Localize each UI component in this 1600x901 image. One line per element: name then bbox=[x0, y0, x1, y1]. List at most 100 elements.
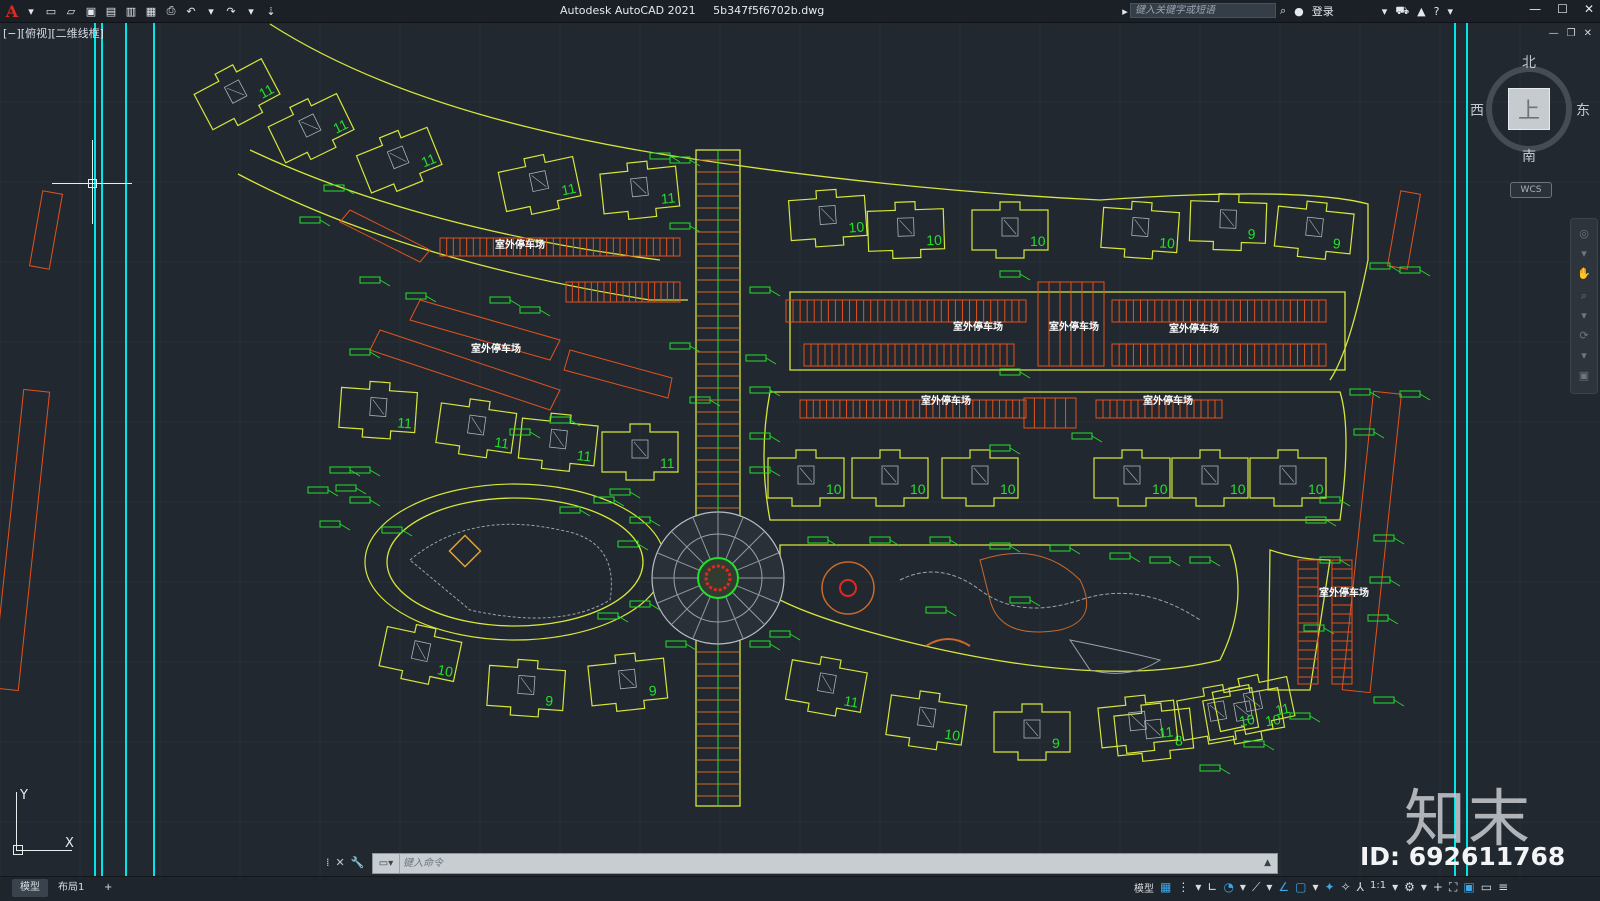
customize-wrench-icon[interactable]: 🔧 bbox=[351, 856, 365, 869]
auto-scale-icon[interactable]: ✧ bbox=[1341, 880, 1351, 895]
ucs-icon: Y X bbox=[13, 788, 86, 858]
compass-south-label[interactable]: 南 bbox=[1522, 146, 1536, 166]
tree-leader bbox=[1219, 767, 1231, 775]
compass-north-label[interactable]: 北 bbox=[1522, 52, 1536, 72]
save-icon[interactable]: ▣ bbox=[82, 2, 100, 20]
search-icon[interactable]: ⌕ bbox=[1280, 4, 1286, 18]
customize-status-icon[interactable]: ≡ bbox=[1498, 880, 1508, 895]
polar-dropdown-icon[interactable]: ▾ bbox=[1240, 880, 1246, 895]
tree-leader bbox=[769, 643, 781, 651]
snap-icon[interactable]: ⋮ bbox=[1177, 880, 1189, 895]
new-file-icon[interactable]: ▭ bbox=[42, 2, 60, 20]
compass-east-label[interactable]: 东 bbox=[1576, 100, 1590, 120]
isodraft-icon[interactable]: ⟋ bbox=[1252, 880, 1260, 895]
building-floor-number: 10 bbox=[1000, 481, 1016, 497]
drawing-minimize-icon[interactable]: — bbox=[1549, 28, 1559, 39]
showmotion-icon[interactable]: ▣ bbox=[1577, 369, 1591, 383]
steering-wheel-icon[interactable]: ◎ bbox=[1577, 227, 1591, 241]
steering-wheel-dropdown-icon[interactable]: ▾ bbox=[1577, 247, 1591, 261]
drag-handle-icon[interactable]: ⁞ bbox=[326, 856, 330, 869]
building-outline bbox=[851, 449, 929, 507]
viewcube-top-face[interactable]: 上 bbox=[1508, 88, 1550, 130]
viewcube[interactable]: 上 北 南 西 东 bbox=[1470, 55, 1590, 165]
tree-tag bbox=[669, 222, 691, 230]
grid-icon[interactable]: ▦ bbox=[1160, 880, 1171, 895]
tree-leader bbox=[1393, 699, 1405, 707]
drawing-close-icon[interactable]: ✕ bbox=[1584, 28, 1592, 39]
snap-dropdown-icon[interactable]: ▾ bbox=[1195, 880, 1201, 895]
undo-dropdown-icon[interactable]: ▾ bbox=[202, 2, 220, 20]
pan-icon[interactable]: ✋ bbox=[1577, 267, 1591, 281]
customize-toolbar-icon[interactable]: ⇣ bbox=[262, 2, 280, 20]
tree-tag bbox=[1373, 534, 1395, 542]
tree-tag bbox=[405, 292, 427, 300]
command-input[interactable]: 键入命令 bbox=[403, 854, 443, 873]
help-dropdown-icon[interactable]: ▾ bbox=[1447, 5, 1453, 18]
building-outline bbox=[1188, 193, 1268, 252]
clean-screen-icon[interactable]: ▭ bbox=[1481, 880, 1492, 895]
annotation-scale-icon[interactable]: ⅄ bbox=[1357, 880, 1364, 895]
building-floor-number: 10 bbox=[926, 232, 942, 249]
cart-icon[interactable]: ⛟ bbox=[1395, 4, 1409, 19]
isodraft-dropdown-icon[interactable]: ▾ bbox=[1266, 880, 1272, 895]
ucs-origin-box bbox=[13, 845, 23, 855]
zoom-dropdown-icon[interactable]: ▾ bbox=[1577, 309, 1591, 323]
hardware-acceleration-icon[interactable]: ▣ bbox=[1463, 880, 1474, 895]
command-history-icon[interactable]: ▭▾ bbox=[373, 854, 400, 873]
drawing-canvas[interactable]: 11111111 111010 10 1099111111 1110 10 10 10 10 10… bbox=[0, 0, 1600, 900]
tab-layout1[interactable]: 布局1 bbox=[50, 879, 92, 897]
annotation-scale-value[interactable]: 1:1 bbox=[1370, 880, 1386, 895]
redo-icon[interactable]: ↷ bbox=[222, 2, 240, 20]
command-line[interactable]: ▭▾ 键入命令 ▲ bbox=[372, 853, 1278, 874]
command-close-icon[interactable]: ✕ bbox=[336, 856, 345, 869]
building-footprint: 10 bbox=[971, 201, 1049, 259]
tree-leader bbox=[369, 499, 381, 507]
polar-tracking-icon[interactable]: ◔ bbox=[1223, 880, 1233, 895]
compass-west-label[interactable]: 西 bbox=[1470, 100, 1484, 120]
autodesk-a360-icon[interactable]: ▲ bbox=[1417, 5, 1425, 18]
tree-leader bbox=[1387, 617, 1399, 625]
viewport-controls-label[interactable]: [−][俯视][二维线框] bbox=[3, 25, 104, 41]
save-as-icon[interactable]: ▤ bbox=[102, 2, 120, 20]
help-icon[interactable]: ? bbox=[1434, 5, 1440, 18]
open-web-icon[interactable]: ▥ bbox=[122, 2, 140, 20]
settings-dropdown-icon[interactable]: ▾ bbox=[1421, 880, 1427, 895]
minimize-icon[interactable]: — bbox=[1529, 2, 1541, 16]
ortho-icon[interactable]: ∟ bbox=[1207, 880, 1217, 895]
drawing-restore-icon[interactable]: ❐ bbox=[1567, 28, 1576, 39]
close-icon[interactable]: ✕ bbox=[1584, 2, 1594, 16]
autocad-logo-icon[interactable]: A bbox=[4, 2, 20, 21]
login-link[interactable]: 登录 bbox=[1312, 3, 1334, 19]
login-dropdown-icon[interactable]: ▾ bbox=[1382, 5, 1388, 18]
isolate-objects-icon[interactable]: ⛶ bbox=[1449, 880, 1457, 895]
command-history-up-icon[interactable]: ▲ bbox=[1264, 854, 1271, 873]
status-bar: 模型 布局1 + 模型 ▦ ⋮ ▾ ∟ ◔ ▾ ⟋ ▾ ∠ ▢ ▾ ✦ ✧ ⅄ … bbox=[0, 876, 1600, 901]
tab-model[interactable]: 模型 bbox=[12, 879, 48, 897]
wcs-menu-button[interactable]: WCS bbox=[1510, 182, 1552, 198]
add-icon[interactable]: + bbox=[1433, 880, 1443, 895]
annotation-visibility-icon[interactable]: ✦ bbox=[1325, 880, 1335, 895]
app-menu-arrow-icon[interactable]: ▾ bbox=[22, 2, 40, 20]
object-snap-icon[interactable]: ▢ bbox=[1295, 880, 1306, 895]
add-layout-icon[interactable]: + bbox=[96, 879, 120, 897]
save-web-icon[interactable]: ▦ bbox=[142, 2, 160, 20]
orbit-icon[interactable]: ⟳ bbox=[1577, 329, 1591, 343]
tree-leader bbox=[689, 225, 701, 233]
print-icon[interactable]: ⎙ bbox=[162, 2, 180, 20]
redo-dropdown-icon[interactable]: ▾ bbox=[242, 2, 260, 20]
zoom-extents-icon[interactable]: ⌕ bbox=[1577, 289, 1591, 303]
model-space-toggle[interactable]: 模型 bbox=[1134, 880, 1154, 895]
orbit-dropdown-icon[interactable]: ▾ bbox=[1577, 349, 1591, 363]
road-outline bbox=[237, 173, 688, 301]
maximize-icon[interactable]: ☐ bbox=[1557, 2, 1568, 16]
help-search-input[interactable]: 键入关键字或短语 bbox=[1130, 3, 1276, 18]
settings-gear-icon[interactable]: ⚙ bbox=[1404, 880, 1415, 895]
open-folder-icon[interactable]: ▱ bbox=[62, 2, 80, 20]
object-snap-tracking-icon[interactable]: ∠ bbox=[1278, 880, 1289, 895]
building-outline bbox=[941, 449, 1019, 507]
scale-dropdown-icon[interactable]: ▾ bbox=[1392, 880, 1398, 895]
user-icon[interactable]: ● bbox=[1294, 5, 1304, 18]
undo-icon[interactable]: ↶ bbox=[182, 2, 200, 20]
object-snap-dropdown-icon[interactable]: ▾ bbox=[1313, 880, 1319, 895]
park-outline bbox=[779, 544, 1239, 672]
